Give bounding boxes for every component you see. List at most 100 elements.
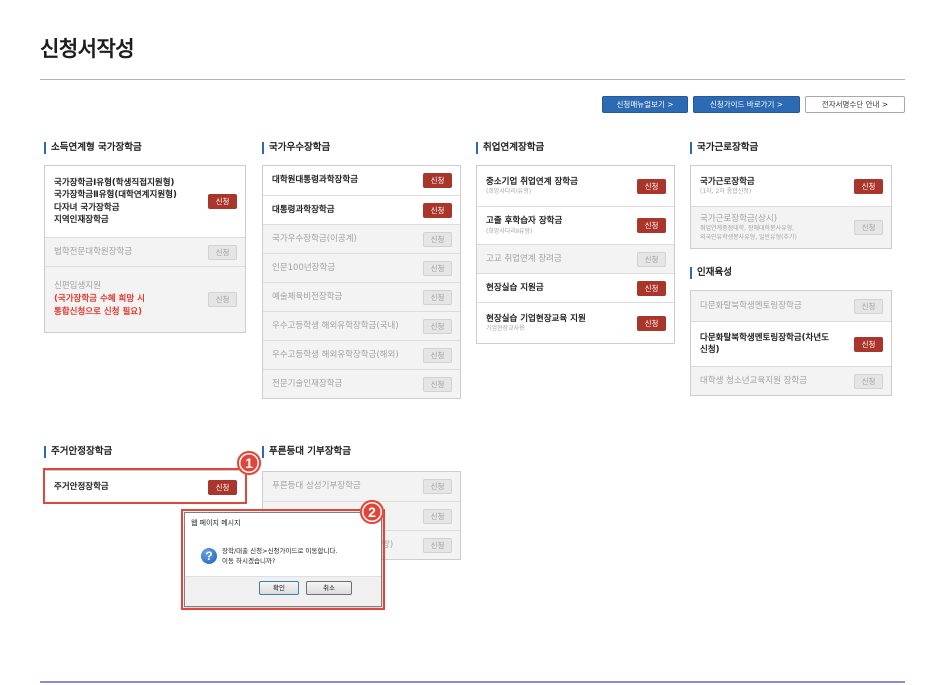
scholarship-name-line: 인문100년장학금: [272, 262, 336, 273]
scholarship-name-line: 신청): [700, 345, 720, 355]
apply-button[interactable]: 신청: [854, 373, 883, 389]
apply-button[interactable]: 신청: [208, 292, 237, 307]
section-title-text: 푸른등대 기부장학금: [269, 446, 351, 457]
manual-button[interactable]: 신청매뉴얼보기 >: [602, 96, 688, 113]
apply-button[interactable]: 신청: [637, 178, 666, 194]
scholarship-name: 국가우수장학금(이공계): [272, 233, 357, 246]
notice-text: (국가장학금 수혜 희망 시: [54, 293, 145, 304]
apply-button[interactable]: 신청: [423, 289, 452, 305]
apply-button[interactable]: 신청: [423, 231, 452, 247]
apply-button[interactable]: 신청: [423, 347, 452, 363]
footer-divider: [40, 681, 905, 683]
apply-button[interactable]: 신청: [854, 178, 883, 194]
section-title-text: 국가근로장학금: [697, 142, 759, 153]
scholarship-name-line: 국가우수장학금(이공계): [272, 233, 357, 244]
scholarship-row: 다문화탈북학생멘토링장학금(차년도 신청) 신청: [691, 321, 891, 366]
section-bar: [690, 267, 692, 279]
scholarship-row: 인문100년장학금 신청: [263, 253, 460, 282]
ok-button[interactable]: 확인: [259, 581, 299, 595]
scholarship-name-line: 우수고등학생 해외유학장학금(국내): [272, 320, 399, 331]
scholarship-name: 고교 취업연계 장려금: [486, 253, 562, 266]
scholarship-name-line: 대학생 청소년교육지원 장학금: [700, 375, 808, 386]
scholarship-name: 다문화탈북학생멘토링장학금: [700, 300, 802, 313]
scholarship-row: 예술체육비전장학금 신청: [263, 282, 460, 311]
annotation-marker-1: 1: [237, 451, 261, 475]
dialog-button-bar: 확인 취소: [185, 576, 381, 606]
scholarship-name-line: 법학전문대학원장학금: [54, 246, 133, 257]
scholarship-name-line: 방): [382, 539, 394, 550]
apply-button[interactable]: 신청: [423, 260, 452, 276]
scholarship-name-line: 예술체육비전장학금: [272, 291, 343, 302]
apply-button[interactable]: 신청: [423, 479, 452, 494]
scholarship-row: 국가근로장학금 (1차, 2차 통합신청) 신청: [691, 166, 891, 206]
apply-button[interactable]: 신청: [423, 508, 452, 524]
scholarship-name-line: 국가장학금Ⅰ유형(학생직접지원형): [54, 177, 175, 188]
apply-button[interactable]: 신청: [423, 173, 452, 188]
dialog-message-line: 이동 하시겠습니까?: [222, 556, 276, 565]
section-title-talent-development: 인재육성: [690, 267, 732, 279]
apply-button[interactable]: 신청: [208, 244, 237, 260]
scholarship-name-line: 다문화탈북학생멘토링장학금: [700, 300, 802, 311]
dialog-message: 장학/대출 신청>신청가이드로 이동합니다. 이동 하시겠습니까?: [222, 547, 338, 566]
section-title-text: 국가우수장학금: [269, 142, 331, 153]
section-bar: [690, 142, 692, 154]
scholarship-subtext: (희망사다리Ⅰ유형): [486, 188, 532, 195]
scholarship-subtext: (희망사다리Ⅱ유형): [486, 227, 533, 235]
scholarship-name: 대학원대통령과학장학금: [272, 174, 358, 187]
page-title: 신청서작성: [40, 37, 135, 61]
title-divider: [40, 79, 905, 80]
scholarship-name-line: 우수고등학생 해외유학장학금(해외): [272, 349, 399, 360]
section-bar: [44, 142, 46, 154]
scholarship-name: 현장실습 기업현장교육 지원 기업현장교사용: [486, 313, 586, 334]
scholarship-name-line: 다자녀 국가장학금: [54, 202, 120, 213]
apply-button[interactable]: 신청: [423, 318, 452, 334]
scholarship-subtext: 외국인유학생봉사유형, 일반유형(추가): [700, 233, 797, 241]
cancel-button[interactable]: 취소: [306, 581, 352, 595]
apply-button[interactable]: 신청: [208, 479, 237, 495]
scholarship-row: 우수고등학생 해외유학장학금(해외) 신청: [263, 340, 460, 369]
section-box-housing: 주거안정장학금 신청: [44, 470, 246, 504]
section-bar: [262, 142, 264, 154]
apply-button[interactable]: 신청: [208, 194, 237, 209]
scholarship-row: 신편입생지원 (국가장학금 수혜 희망 시 통합신청으로 신청 필요) 신청: [45, 266, 245, 332]
scholarship-name-line: 푸른등대 삼성기부장학금: [272, 481, 361, 492]
section-title-work-study: 국가근로장학금: [690, 142, 758, 154]
section-title-text: 주거안정장학금: [51, 446, 113, 457]
section-box-work-study: 국가근로장학금 (1차, 2차 통합신청) 신청 국가근로장학금(상시) 취업연…: [690, 165, 892, 249]
guide-button[interactable]: 신청가이드 바로가기 >: [693, 96, 800, 113]
apply-button[interactable]: 신청: [423, 537, 452, 553]
section-title-text: 취업연계장학금: [483, 142, 545, 153]
scholarship-subtext: 기업현장교사용: [486, 325, 525, 332]
e-signature-guide-button[interactable]: 전자서명수단 안내 >: [805, 96, 905, 113]
dialog-message-line: 장학/대출 신청>신청가이드로 이동합니다.: [222, 547, 338, 555]
apply-button[interactable]: 신청: [637, 280, 666, 296]
apply-button[interactable]: 신청: [637, 218, 666, 233]
scholarship-name: 우수고등학생 해외유학장학금(국내): [272, 320, 399, 333]
apply-button[interactable]: 신청: [637, 315, 666, 331]
scholarship-subtext: 취업연계중점대학, 장애대학봉사유형,: [700, 225, 795, 233]
section-bar: [262, 446, 264, 458]
question-glyph: ?: [205, 549, 213, 563]
scholarship-name: 중소기업 취업연계 장학금 (희망사다리Ⅰ유형): [486, 176, 578, 197]
scholarship-row: 우수고등학생 해외유학장학금(국내) 신청: [263, 311, 460, 340]
apply-button[interactable]: 신청: [854, 220, 883, 235]
dialog-title: 웹 페이지 메시지: [191, 519, 241, 527]
apply-button[interactable]: 신청: [423, 202, 452, 218]
section-bar: [44, 446, 46, 458]
apply-button[interactable]: 신청: [423, 376, 452, 392]
apply-button[interactable]: 신청: [854, 298, 883, 314]
scholarship-name: 대통령과학장학금: [272, 204, 335, 217]
section-title-employment-linked: 취업연계장학금: [476, 142, 544, 154]
top-button-bar: 신청매뉴얼보기 > 신청가이드 바로가기 > 전자서명수단 안내 >: [602, 96, 905, 113]
scholarship-name: 고졸 후학습자 장학금 (희망사다리Ⅱ유형): [486, 215, 562, 236]
scholarship-name: 국가장학금Ⅰ유형(학생직접지원형) 국가장학금Ⅱ유형(대학연계지원형) 다자녀 …: [54, 177, 177, 227]
scholarship-name: 전문기술인재장학금: [272, 378, 342, 391]
apply-button[interactable]: 신청: [854, 336, 883, 352]
scholarship-row: 법학전문대학원장학금 신청: [45, 237, 245, 266]
apply-button[interactable]: 신청: [637, 251, 666, 267]
section-box-national-excellence: 대학원대통령과학장학금 신청 대통령과학장학금 신청 국가우수장학금(이공계) …: [262, 165, 461, 399]
scholarship-row: 국가근로장학금(상시) 취업연계중점대학, 장애대학봉사유형, 외국인유학생봉사…: [691, 206, 891, 248]
scholarship-row: 국가장학금Ⅰ유형(학생직접지원형) 국가장학금Ⅱ유형(대학연계지원형) 다자녀 …: [45, 166, 245, 237]
scholarship-name: 현장실습 지원금: [486, 282, 544, 295]
scholarship-name: 우수고등학생 해외유학장학금(해외): [272, 349, 399, 362]
